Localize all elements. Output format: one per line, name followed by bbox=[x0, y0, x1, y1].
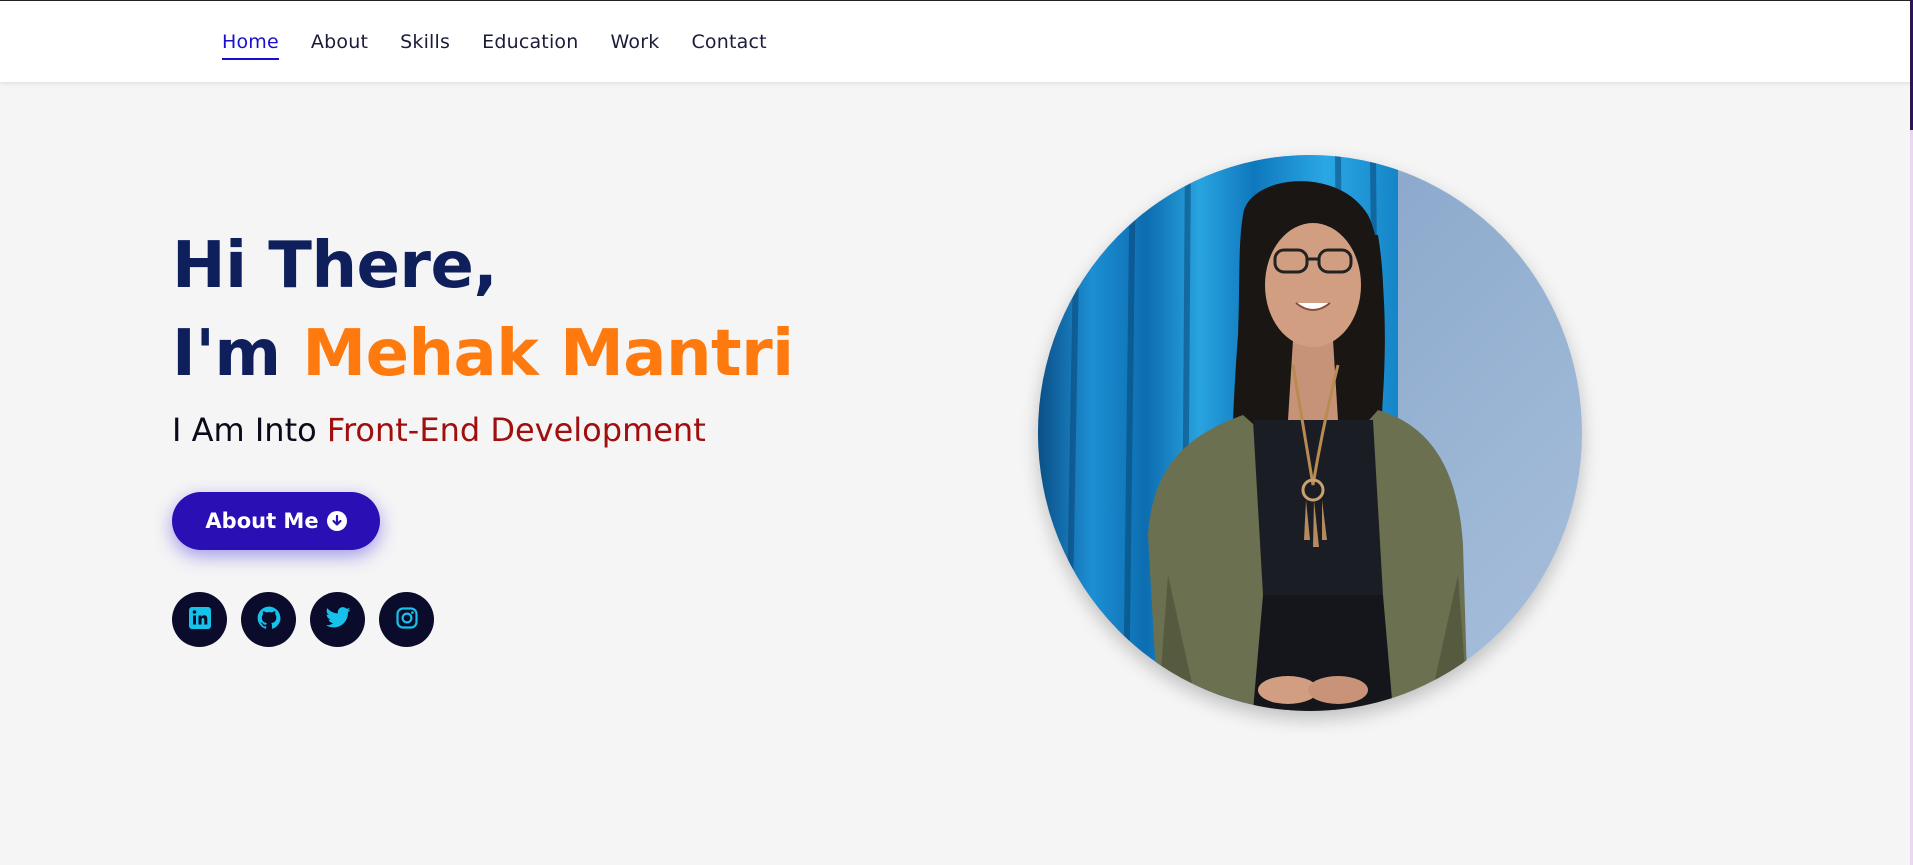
hero-into-prefix: I Am Into bbox=[172, 411, 327, 449]
top-navbar: Home About Skills Education Work Contact bbox=[0, 0, 1913, 82]
linkedin-icon bbox=[188, 606, 212, 634]
nav-education[interactable]: Education bbox=[482, 25, 578, 59]
social-links bbox=[172, 592, 448, 647]
profile-photo bbox=[1038, 155, 1582, 711]
nav-contact[interactable]: Contact bbox=[691, 25, 766, 59]
instagram-link[interactable] bbox=[379, 592, 434, 647]
github-link[interactable] bbox=[241, 592, 296, 647]
hero-greeting: Hi There, bbox=[172, 229, 498, 303]
arrow-circle-down-icon bbox=[326, 511, 347, 531]
about-me-label: About Me bbox=[205, 509, 319, 533]
main-nav: Home About Skills Education Work Contact bbox=[222, 1, 799, 83]
hero-role: Front-End Development bbox=[326, 411, 706, 449]
nav-skills[interactable]: Skills bbox=[400, 25, 450, 59]
hero-text: Hi There, I'm Mehak Mantri I Am Into Fro… bbox=[172, 228, 794, 452]
hero-name-line: I'm Mehak Mantri bbox=[172, 304, 794, 404]
hero-tagline: I Am Into Front-End Development bbox=[172, 408, 794, 452]
nav-home[interactable]: Home bbox=[222, 25, 279, 60]
twitter-icon bbox=[325, 606, 351, 633]
twitter-link[interactable] bbox=[310, 592, 365, 647]
about-me-button[interactable]: About Me bbox=[172, 492, 380, 550]
nav-about[interactable]: About bbox=[311, 25, 368, 59]
instagram-icon bbox=[395, 606, 419, 634]
hero-name: Mehak Mantri bbox=[302, 317, 794, 391]
hero-im-prefix: I'm bbox=[172, 317, 303, 391]
linkedin-link[interactable] bbox=[172, 592, 227, 647]
nav-work[interactable]: Work bbox=[611, 25, 660, 59]
github-icon bbox=[256, 605, 282, 635]
